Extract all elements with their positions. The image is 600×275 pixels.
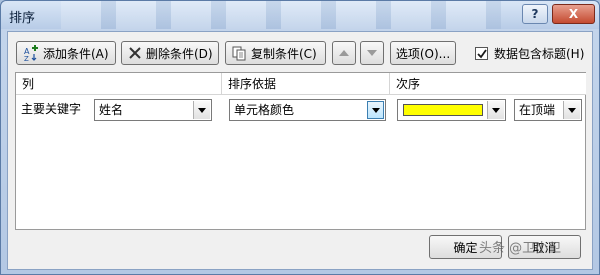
chevron-down-icon[interactable] bbox=[563, 101, 580, 119]
chevron-down-icon[interactable] bbox=[367, 101, 384, 119]
column-header-sort-on: 排序依据 bbox=[222, 73, 390, 95]
dialog-body: A Z 添加条件(A) 删除条件(D) 复制条件(C) 选项(O)... 数据包… bbox=[7, 31, 593, 270]
move-up-button[interactable] bbox=[332, 41, 356, 65]
sort-column-value: 姓名 bbox=[99, 103, 124, 117]
header-checkbox[interactable] bbox=[475, 47, 488, 60]
delete-level-button[interactable]: 删除条件(D) bbox=[121, 41, 219, 65]
svg-text:Z: Z bbox=[24, 55, 29, 61]
sort-column-select[interactable]: 姓名 bbox=[94, 99, 212, 121]
copy-level-button[interactable]: 复制条件(C) bbox=[225, 41, 326, 65]
move-down-button[interactable] bbox=[360, 41, 384, 65]
delete-icon bbox=[129, 47, 141, 59]
sort-on-select[interactable]: 单元格颜色 bbox=[229, 99, 386, 121]
dialog-title: 排序 bbox=[9, 11, 36, 26]
order-position-value: 在顶端 bbox=[519, 103, 556, 117]
primary-key-label: 主要关键字 bbox=[21, 102, 82, 116]
title-bar-background bbox=[61, 1, 501, 29]
chevron-down-icon[interactable] bbox=[193, 101, 210, 119]
close-button[interactable]: X bbox=[552, 4, 595, 24]
column-header-order: 次序 bbox=[390, 73, 586, 95]
header-checkbox-label: 数据包含标题(H) bbox=[494, 47, 585, 61]
sort-on-value: 单元格颜色 bbox=[234, 103, 295, 117]
arrow-up-icon bbox=[339, 50, 349, 56]
checkmark-icon bbox=[476, 48, 487, 58]
add-level-label: 添加条件(A) bbox=[43, 46, 109, 61]
title-bar[interactable]: 排序 ? X bbox=[1, 1, 599, 29]
add-level-button[interactable]: A Z 添加条件(A) bbox=[16, 41, 116, 65]
options-button[interactable]: 选项(O)... bbox=[390, 41, 456, 65]
column-header-column: 列 bbox=[16, 73, 222, 95]
sort-dialog: 排序 ? X A Z 添加条件(A) 删除条件(D) 复制条件(C) 选项(O)… bbox=[0, 0, 600, 275]
order-color-swatch bbox=[403, 104, 483, 116]
watermark: 头条 @卫小卫 bbox=[479, 241, 562, 256]
help-button[interactable]: ? bbox=[522, 4, 548, 24]
order-position-select[interactable]: 在顶端 bbox=[514, 99, 582, 121]
delete-level-label: 删除条件(D) bbox=[146, 46, 213, 61]
sort-levels-grid: 列 排序依据 次序 主要关键字 姓名 单元格颜色 在顶端 bbox=[15, 72, 586, 230]
add-level-icon: A Z bbox=[24, 45, 38, 61]
chevron-down-icon[interactable] bbox=[487, 101, 504, 119]
header-checkbox-group[interactable]: 数据包含标题(H) bbox=[475, 45, 584, 62]
copy-level-label: 复制条件(C) bbox=[251, 46, 317, 61]
arrow-down-icon bbox=[367, 50, 377, 56]
copy-icon bbox=[232, 46, 246, 60]
order-color-select[interactable] bbox=[397, 99, 506, 121]
